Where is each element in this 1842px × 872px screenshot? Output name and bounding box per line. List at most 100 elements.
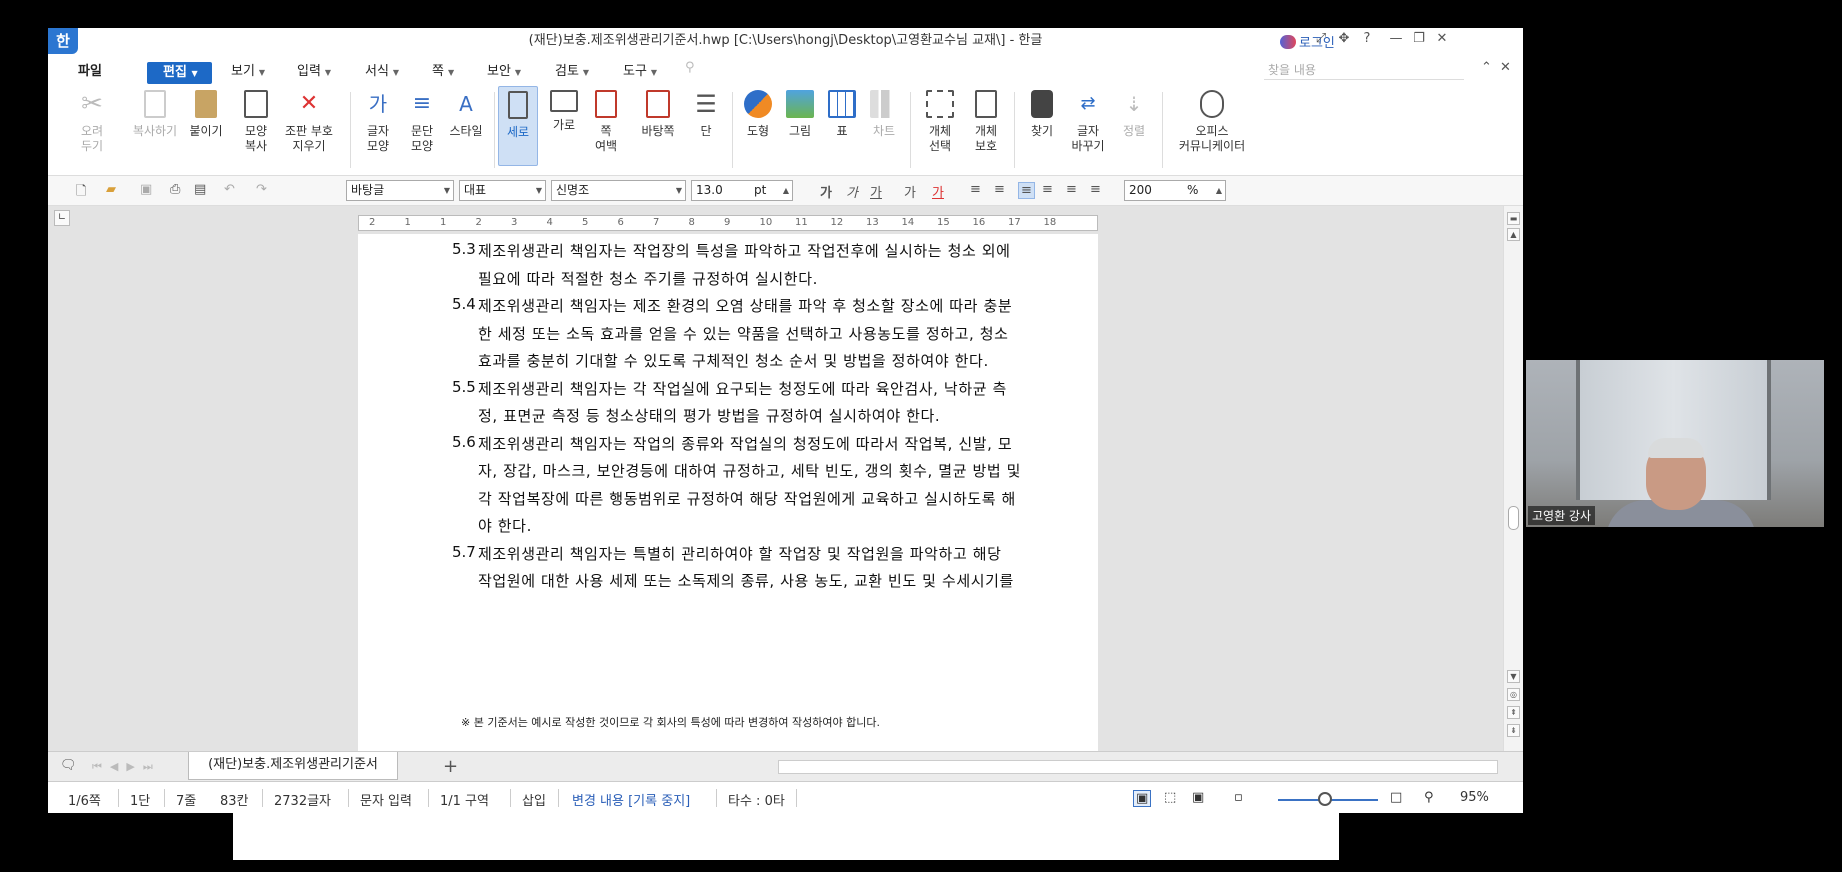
- menu-insert[interactable]: 입력 ▼: [297, 60, 331, 79]
- strike-icon[interactable]: 가: [904, 182, 916, 201]
- status-insert[interactable]: 삽입: [522, 790, 546, 809]
- shape-button[interactable]: 도형: [736, 90, 780, 139]
- magnifier-icon[interactable]: ⚲: [1424, 790, 1434, 805]
- zoom-input[interactable]: 200% ▲: [1124, 180, 1226, 201]
- pin-icon[interactable]: ⚲: [685, 60, 695, 75]
- horizontal-scrollbar[interactable]: [778, 760, 1498, 774]
- page-select-icon[interactable]: ◎: [1507, 688, 1520, 701]
- background-page-button[interactable]: 바탕쪽: [632, 90, 684, 139]
- zoom-in-icon[interactable]: □: [1390, 790, 1402, 805]
- zoom-slider-knob[interactable]: [1318, 792, 1332, 806]
- italic-icon[interactable]: 가: [846, 182, 858, 201]
- copy-button[interactable]: 복사하기: [126, 90, 184, 139]
- close-icon[interactable]: ✕: [1432, 31, 1452, 46]
- undo-icon[interactable]: ↶: [224, 182, 235, 197]
- restore-icon[interactable]: ❐: [1409, 31, 1429, 46]
- status-track-changes[interactable]: 변경 내용 [기록 중지]: [572, 790, 690, 809]
- fit-width-icon[interactable]: ⬚: [1164, 790, 1176, 805]
- document-page[interactable]: ※ 본 기준서는 예시로 작성한 것이므로 각 회사의 특성에 따라 변경하여 …: [358, 234, 1098, 751]
- minimize-icon[interactable]: —: [1386, 31, 1406, 46]
- menu-review[interactable]: 검토 ▼: [555, 60, 589, 79]
- find-button[interactable]: 찾기: [1020, 90, 1064, 139]
- clear-marks-button[interactable]: ✕ 조판 부호 지우기: [278, 90, 340, 154]
- doc-close-icon[interactable]: ✕: [1500, 60, 1511, 75]
- paragraph-line[interactable]: 제조위생관리 책임자는 각 작업실에 요구되는 청정도에 따라 육안검사, 낙하…: [478, 378, 1007, 399]
- paragraph-line[interactable]: 야 한다.: [478, 515, 532, 536]
- scroll-split-icon[interactable]: ▬: [1507, 212, 1520, 225]
- para-shape-button[interactable]: ≡ 문단 모양: [400, 90, 444, 154]
- normal-view-icon[interactable]: ▣: [1133, 790, 1152, 807]
- memo-icon[interactable]: 🗨: [60, 758, 77, 773]
- paragraph-line[interactable]: 한 세정 또는 소독 효과를 얻을 수 있는 약품을 선택하고 사용농도를 정하…: [478, 323, 1009, 344]
- bold-icon[interactable]: 가: [820, 182, 832, 201]
- status-zoom[interactable]: 95%: [1460, 790, 1489, 805]
- office-communicator-button[interactable]: 오피스 커뮤니케이터: [1172, 90, 1252, 154]
- document-area[interactable]: ∟ 2 1 1 2 3 4 5 6 7 8 9 10 11 12 13 14 15 16 17 18 ※ 본 기준서는…: [48, 206, 1503, 751]
- font-size-input[interactable]: 13.0 pt ▲: [691, 180, 793, 201]
- paste-button[interactable]: 붙이기: [184, 90, 228, 139]
- format-copy-button[interactable]: 모양 복사: [234, 90, 278, 154]
- scroll-thumb[interactable]: [1508, 506, 1519, 530]
- menu-file[interactable]: 파일: [78, 60, 102, 79]
- menu-page[interactable]: 쪽 ▼: [432, 60, 454, 79]
- add-tab-button[interactable]: +: [443, 756, 458, 777]
- ribbon-collapse-icon[interactable]: ⌃: [1481, 60, 1492, 75]
- picture-button[interactable]: 그림: [778, 90, 822, 139]
- paragraph-line[interactable]: 정, 표면균 측정 등 청소상태의 평가 방법을 규정하여 실시하여야 한다.: [478, 405, 940, 426]
- zoom-out-icon[interactable]: ▫: [1234, 790, 1243, 805]
- cut-button[interactable]: ✂ 오려 두기: [70, 90, 114, 154]
- horizontal-ruler[interactable]: 2 1 1 2 3 4 5 6 7 8 9 10 11 12 13 14 15 16 17 18: [358, 215, 1098, 231]
- new-document-icon[interactable]: 🗋: [76, 182, 86, 204]
- menu-edit[interactable]: 편집 ▼: [147, 62, 212, 84]
- page-up-icon[interactable]: ⇞: [1507, 706, 1520, 719]
- align-left-icon[interactable]: ≡: [994, 182, 1005, 197]
- language-select[interactable]: 대표 ▼: [459, 180, 546, 201]
- find-input[interactable]: 찾을 내용: [1264, 60, 1464, 80]
- tab-nav-icon[interactable]: ⏮◀▶⏭: [92, 760, 161, 774]
- page-view-icon[interactable]: ▣: [1192, 790, 1204, 805]
- style-button[interactable]: A 스타일: [444, 90, 488, 139]
- page-down-icon[interactable]: ⇟: [1507, 724, 1520, 737]
- font-color-icon[interactable]: 가: [932, 182, 944, 201]
- status-page[interactable]: 1/6쪽: [68, 790, 101, 809]
- scroll-up-icon[interactable]: ▲: [1507, 228, 1520, 241]
- columns-button[interactable]: ☰ 단: [684, 90, 728, 139]
- paragraph-line[interactable]: 작업원에 대한 사용 세제 또는 소독제의 종류, 사용 농도, 교환 빈도 및…: [478, 570, 1014, 591]
- paragraph-line[interactable]: 각 작업복장에 따른 행동범위로 규정하여 해당 작업원에게 교육하고 실시하도…: [478, 488, 1016, 509]
- menu-tools[interactable]: 도구 ▼: [623, 60, 657, 79]
- portrait-button[interactable]: 세로: [498, 86, 538, 166]
- paragraph-line[interactable]: 제조위생관리 책임자는 작업장의 특성을 파악하고 작업전후에 실시하는 청소 …: [478, 240, 1011, 261]
- align-divide-icon[interactable]: ≡: [1090, 182, 1101, 197]
- paragraph-line[interactable]: 제조위생관리 책임자는 제조 환경의 오염 상태를 파악 후 청소할 장소에 따…: [478, 295, 1012, 316]
- move-icon[interactable]: ✥: [1334, 31, 1354, 46]
- sort-button[interactable]: ⇣ 정렬: [1112, 90, 1156, 139]
- paragraph-line[interactable]: 제조위생관리 책임자는 특별히 관리하여야 할 작업장 및 작업원을 파악하고 …: [478, 543, 1002, 564]
- document-tab[interactable]: (재단)보충.제조위생관리기준서: [188, 752, 398, 780]
- fullscreen-icon[interactable]: ⤢: [1311, 31, 1331, 46]
- align-justify-icon[interactable]: ≡: [970, 182, 981, 197]
- align-distribute-icon[interactable]: ≡: [1066, 182, 1077, 197]
- paragraph-line[interactable]: 제조위생관리 책임자는 작업의 종류와 작업실의 청정도에 따라서 작업복, 신…: [478, 433, 1012, 454]
- print-icon[interactable]: ⎙: [170, 182, 180, 197]
- preview-icon[interactable]: ▤: [194, 182, 206, 197]
- margins-button[interactable]: 쪽 여백: [584, 90, 628, 154]
- menu-security[interactable]: 보안 ▼: [487, 60, 521, 79]
- menu-format[interactable]: 서식 ▼: [365, 60, 399, 79]
- help-icon[interactable]: ?: [1357, 31, 1377, 46]
- align-center-icon[interactable]: ≡: [1018, 182, 1035, 199]
- table-button[interactable]: 표: [820, 90, 864, 139]
- select-object-button[interactable]: 개체 선택: [918, 90, 962, 154]
- vertical-scrollbar[interactable]: ▬ ▲ ▼ ◎ ⇞ ⇟: [1503, 206, 1523, 751]
- chart-button[interactable]: 차트: [862, 90, 906, 139]
- landscape-button[interactable]: 가로: [542, 90, 586, 133]
- align-right-icon[interactable]: ≡: [1042, 182, 1053, 197]
- paragraph-line[interactable]: 자, 장갑, 마스크, 보안경등에 대하여 규정하고, 세탁 빈도, 갱의 횟수…: [478, 460, 1021, 481]
- char-shape-button[interactable]: 가 글자 모양: [356, 90, 400, 154]
- save-icon[interactable]: ▣: [140, 182, 152, 197]
- redo-icon[interactable]: ↷: [256, 182, 267, 197]
- tab-type-icon[interactable]: ∟: [54, 210, 70, 226]
- style-select[interactable]: 바탕글 ▼: [346, 180, 454, 201]
- paragraph-line[interactable]: 효과를 충분히 기대할 수 있도록 구체적인 청소 순서 및 방법을 정하여야 …: [478, 350, 989, 371]
- paragraph-line[interactable]: 필요에 따라 적절한 청소 주기를 규정하여 실시한다.: [478, 268, 818, 289]
- font-select[interactable]: 신명조 ▼: [551, 180, 686, 201]
